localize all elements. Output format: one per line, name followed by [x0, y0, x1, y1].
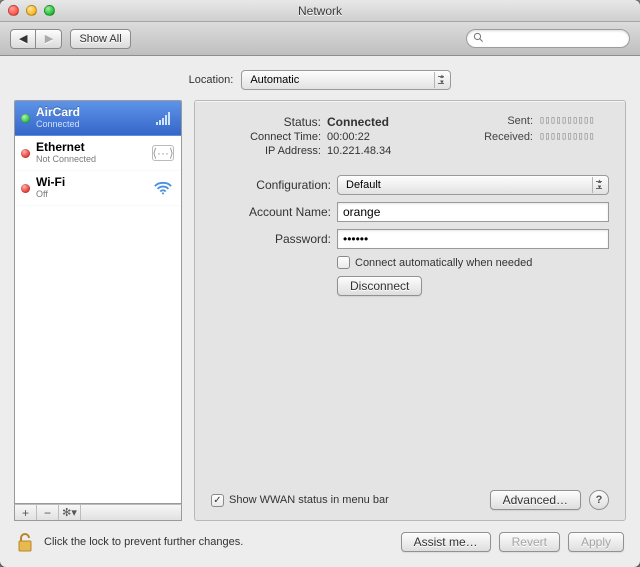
location-value: Automatic	[250, 74, 299, 86]
status-dot-icon	[21, 114, 30, 123]
connect-time-label: Connect Time:	[211, 131, 321, 143]
password-input[interactable]	[337, 229, 609, 249]
columns: AirCard Connected Ethernet Not Connected	[14, 100, 626, 521]
account-name-label: Account Name:	[211, 205, 331, 219]
config-form: Configuration: Default Account Name: Pas…	[211, 175, 609, 296]
advanced-button[interactable]: Advanced…	[490, 490, 581, 510]
ip-value: 10.221.48.34	[327, 145, 457, 157]
interface-wifi[interactable]: Wi-Fi Off	[15, 171, 181, 206]
lock-message: Click the lock to prevent further change…	[44, 536, 243, 548]
received-label: Received:	[463, 131, 533, 143]
panel-footer: ✓ Show WWAN status in menu bar Advanced……	[211, 490, 609, 510]
search-field[interactable]	[466, 29, 630, 48]
assist-button[interactable]: Assist me…	[401, 532, 491, 552]
password-label: Password:	[211, 232, 331, 246]
status-value: Connected	[327, 115, 457, 129]
popup-arrows-icon	[592, 177, 606, 193]
titlebar: Network	[0, 0, 640, 22]
received-value: ▯▯▯▯▯▯▯▯▯▯	[539, 131, 609, 143]
apply-button[interactable]: Apply	[568, 532, 624, 552]
help-button[interactable]: ?	[589, 490, 609, 510]
interface-actions-button[interactable]: ✻▾	[59, 505, 81, 520]
show-all-button[interactable]: Show All	[70, 29, 130, 49]
interface-status: Off	[36, 188, 145, 200]
status-dot-icon	[21, 149, 30, 158]
interface-ethernet[interactable]: Ethernet Not Connected ⟨···⟩	[15, 136, 181, 171]
signal-bars-icon	[151, 108, 175, 128]
wifi-icon	[151, 178, 175, 198]
checkbox-icon: ✓	[211, 494, 224, 507]
configuration-value: Default	[346, 179, 381, 191]
status-dot-icon	[21, 184, 30, 193]
search-input[interactable]	[488, 33, 623, 45]
remove-interface-button[interactable]: −	[37, 505, 59, 520]
interface-aircard[interactable]: AirCard Connected	[15, 101, 181, 136]
location-popup[interactable]: Automatic	[241, 70, 451, 90]
disconnect-button[interactable]: Disconnect	[337, 276, 422, 296]
sent-label: Sent:	[463, 115, 533, 129]
revert-button[interactable]: Revert	[499, 532, 560, 552]
detail-panel: Status: Connected Sent: ▯▯▯▯▯▯▯▯▯▯ Conne…	[194, 100, 626, 521]
connect-time-value: 00:00:22	[327, 131, 457, 143]
show-wwan-checkbox[interactable]: ✓ Show WWAN status in menu bar	[211, 494, 389, 507]
status-label: Status:	[211, 115, 321, 129]
account-name-input[interactable]	[337, 202, 609, 222]
configuration-label: Configuration:	[211, 178, 331, 192]
window-footer: Click the lock to prevent further change…	[14, 521, 626, 557]
ethernet-icon: ⟨···⟩	[151, 143, 175, 163]
connect-auto-checkbox[interactable]: Connect automatically when needed	[337, 256, 609, 269]
show-wwan-label: Show WWAN status in menu bar	[229, 494, 389, 506]
connect-auto-label: Connect automatically when needed	[355, 257, 532, 269]
back-button[interactable]: ◀	[10, 29, 36, 49]
toolbar: ◀ ▶ Show All	[0, 22, 640, 56]
popup-arrows-icon	[434, 72, 448, 88]
configuration-popup[interactable]: Default	[337, 175, 609, 195]
interface-list[interactable]: AirCard Connected Ethernet Not Connected	[14, 100, 182, 504]
ip-label: IP Address:	[211, 145, 321, 157]
interface-name: Ethernet	[36, 141, 145, 153]
interface-name: Wi-Fi	[36, 176, 145, 188]
content: Location: Automatic AirCard Connected	[0, 56, 640, 567]
forward-button[interactable]: ▶	[36, 29, 62, 49]
sent-value: ▯▯▯▯▯▯▯▯▯▯	[539, 115, 609, 129]
location-label: Location:	[189, 74, 234, 86]
sidebar: AirCard Connected Ethernet Not Connected	[14, 100, 182, 521]
search-icon	[473, 32, 484, 46]
window-title: Network	[0, 4, 640, 18]
interface-status: Not Connected	[36, 153, 145, 165]
location-row: Location: Automatic	[14, 56, 626, 100]
interface-status: Connected	[36, 118, 145, 130]
nav-segment: ◀ ▶	[10, 29, 62, 49]
status-block: Status: Connected Sent: ▯▯▯▯▯▯▯▯▯▯ Conne…	[211, 115, 609, 157]
checkbox-icon	[337, 256, 350, 269]
network-prefs-window: Network ◀ ▶ Show All Location: Automatic	[0, 0, 640, 567]
list-buttons: + − ✻▾	[14, 504, 182, 521]
add-interface-button[interactable]: +	[15, 505, 37, 520]
interface-name: AirCard	[36, 106, 145, 118]
lock-icon[interactable]	[16, 531, 34, 553]
